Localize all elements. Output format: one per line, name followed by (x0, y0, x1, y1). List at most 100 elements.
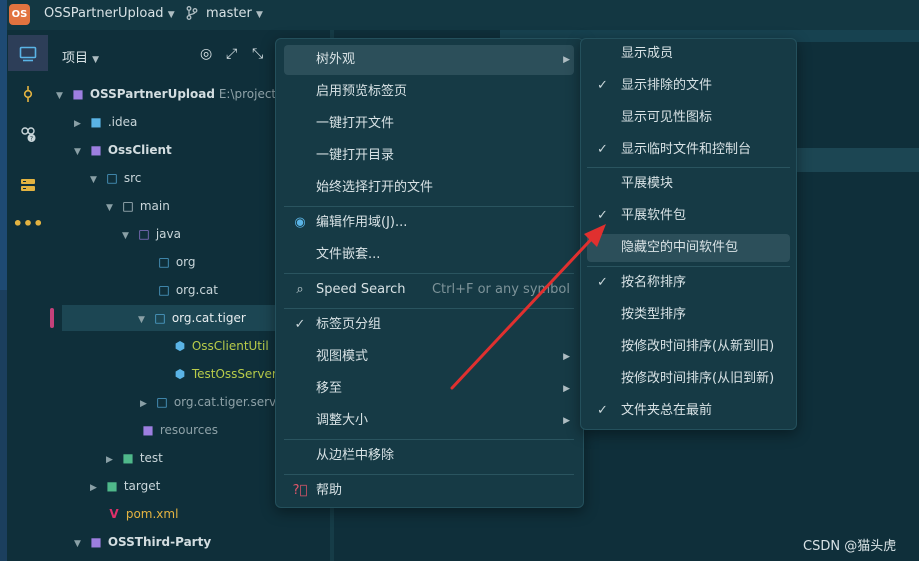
tree-item[interactable]: □ org (156, 249, 196, 275)
collapse-icon: ⤡ (252, 46, 264, 62)
check-icon: ✓ (597, 142, 608, 157)
menu-item-label: 标签页分组 (316, 317, 382, 332)
tree-item[interactable]: ⬢ TestOssServerU (172, 361, 275, 387)
source-folder-icon: □ (106, 171, 118, 185)
commit-tool-button[interactable] (8, 75, 48, 111)
chevron-right-icon: ▶ (90, 483, 97, 493)
tree-item-root[interactable]: ▼ ■ OSSPartnerUpload E:\project\( (56, 81, 285, 107)
menu-item-speed-search[interactable]: ⌕ Speed Search Ctrl+F or any symbol (284, 275, 574, 305)
menu-item-always-select-opened[interactable]: 始终选择打开的文件 (284, 173, 574, 203)
submenu-item-flatten-modules[interactable]: 平展模块 (587, 170, 790, 198)
branch-switcher[interactable]: master ▼ (206, 6, 263, 21)
tree-item[interactable]: □ org.cat (156, 277, 218, 303)
submenu-item-show-scratch-files[interactable]: ✓ 显示临时文件和控制台 (587, 136, 790, 164)
menu-item-group-tabs[interactable]: ✓ 标签页分组 (284, 310, 574, 340)
folder-icon: □ (122, 199, 134, 213)
tree-label: OssClient (107, 143, 172, 157)
menu-item-view-mode[interactable]: 视图模式 ▶ (284, 342, 574, 372)
menu-item-label: 移至 (316, 381, 343, 396)
submenu-item-show-visibility-icons[interactable]: 显示可见性图标 (587, 104, 790, 132)
tree-item[interactable]: ⬢ OssClientUtil (172, 333, 269, 359)
submenu-item-hide-empty-middle-packages[interactable]: 隐藏空的中间软件包 (587, 234, 790, 262)
check-icon: ✓ (597, 275, 608, 290)
more-tools-button[interactable]: ••• (8, 206, 48, 242)
chevron-right-icon: ▶ (563, 55, 570, 65)
expand-all-button[interactable]: ⤢ (226, 46, 237, 62)
menu-item-move-to[interactable]: 移至 ▶ (284, 374, 574, 404)
tree-item-selected[interactable]: ▼ □ org.cat.tiger (62, 305, 275, 331)
submenu-item-sort-by-modified-newest[interactable]: 按修改时间排序(从新到旧) (587, 333, 790, 361)
tree-item[interactable]: ▼ □ main (106, 193, 170, 219)
menu-item-tree-appearance[interactable]: 树外观 ▶ (284, 45, 574, 75)
menu-item-open-dir-one-click[interactable]: 一键打开目录 (284, 141, 574, 171)
submenu-item-label: 平展软件包 (621, 208, 687, 223)
project-name: OSSPartnerUpload (44, 6, 164, 21)
tree-item[interactable]: ▼ ■ OssClient (74, 137, 172, 163)
project-view-selector[interactable]: 项目 ▼ (62, 47, 99, 66)
submenu-item-flatten-packages[interactable]: ✓ 平展软件包 (587, 202, 790, 230)
java-source-folder-icon: □ (138, 227, 150, 241)
menu-item-resize[interactable]: 调整大小 ▶ (284, 406, 574, 436)
submenu-item-label: 按名称排序 (621, 275, 687, 290)
menu-item-edit-scopes[interactable]: ◉ 编辑作用域(J)... (284, 208, 574, 238)
submenu-item-label: 按修改时间排序(从新到旧) (621, 339, 775, 354)
menu-item-label: 一键打开文件 (316, 116, 395, 131)
tree-label: org.cat.tiger (171, 311, 246, 325)
expand-icon: ⤢ (226, 46, 238, 62)
chevron-down-icon: ▼ (106, 203, 113, 213)
menu-item-label: 编辑作用域(J)... (316, 215, 408, 230)
tree-label: OssClientUtil (191, 339, 269, 353)
tree-label: resources (159, 423, 218, 437)
module-folder-icon: ■ (90, 143, 102, 157)
services-tool-button[interactable]: ? (8, 115, 48, 151)
submenu-item-label: 显示临时文件和控制台 (621, 142, 752, 157)
submenu-item-show-excluded[interactable]: ✓ 显示排除的文件 (587, 72, 790, 100)
submenu-item-sort-by-modified-oldest[interactable]: 按修改时间排序(从旧到新) (587, 365, 790, 393)
commit-icon (23, 85, 33, 102)
tree-item[interactable]: ▼ □ java (122, 221, 181, 247)
chevron-down-icon: ▼ (122, 231, 129, 241)
chevron-down-icon: ▼ (74, 539, 81, 549)
tree-item[interactable]: ▼ ■ OSSThird-Party (74, 529, 211, 555)
tree-label: OSSPartnerUpload (89, 87, 215, 101)
menu-item-label: 树外观 (316, 52, 356, 67)
chevron-down-icon: ▼ (255, 10, 263, 20)
submenu-item-folders-first[interactable]: ✓ 文件夹总在最前 (587, 397, 790, 425)
chevron-right-icon: ▶ (140, 399, 147, 409)
tree-item[interactable]: ■ resources (140, 417, 218, 443)
submenu-item-sort-by-name[interactable]: ✓ 按名称排序 (587, 269, 790, 297)
menu-item-remove-from-sidebar[interactable]: 从边栏中移除 (284, 441, 574, 471)
tree-item[interactable]: ▶ ■ target (90, 473, 160, 499)
tree-item[interactable]: ▶ □ org.cat.tiger.servic (140, 389, 275, 415)
menu-separator (284, 308, 574, 309)
project-switcher[interactable]: OSSPartnerUpload ▼ (44, 6, 175, 21)
project-tool-button[interactable] (8, 35, 48, 71)
menu-item-open-file-one-click[interactable]: 一键打开文件 (284, 109, 574, 139)
submenu-item-label: 显示排除的文件 (621, 78, 713, 93)
menu-item-enable-preview-tab[interactable]: 启用预览标签页 (284, 77, 574, 107)
tree-item[interactable]: ▶ ■ test (106, 445, 163, 471)
submenu-item-label: 显示可见性图标 (621, 110, 713, 125)
monitor-icon (19, 46, 37, 61)
chevron-right-icon: ▶ (74, 119, 81, 129)
submenu-item-show-members[interactable]: 显示成员 (587, 40, 790, 68)
database-tool-button[interactable] (8, 166, 48, 202)
menu-item-file-nesting[interactable]: 文件嵌套... (284, 240, 574, 270)
locate-file-button[interactable]: ◎ (200, 46, 212, 62)
module-folder-icon: ■ (72, 87, 84, 101)
menu-item-label: 视图模式 (316, 349, 369, 364)
menu-item-label: 帮助 (316, 483, 343, 498)
tree-item[interactable]: V pom.xml (106, 501, 178, 527)
collapse-all-button[interactable]: ⤡ (252, 46, 263, 62)
chevron-right-icon: ▶ (106, 455, 113, 465)
resources-folder-icon: ■ (142, 423, 154, 437)
tree-label: org (175, 255, 196, 269)
module-folder-icon: ■ (90, 535, 102, 549)
menu-separator (587, 167, 790, 168)
menu-separator (284, 273, 574, 274)
tree-label: .idea (107, 115, 138, 129)
menu-item-help[interactable]: ?⃝ 帮助 (284, 476, 574, 506)
tree-item[interactable]: ▶ ■ .idea (74, 109, 137, 135)
tree-item[interactable]: ▼ □ src (90, 165, 141, 191)
submenu-item-sort-by-type[interactable]: 按类型排序 (587, 301, 790, 329)
